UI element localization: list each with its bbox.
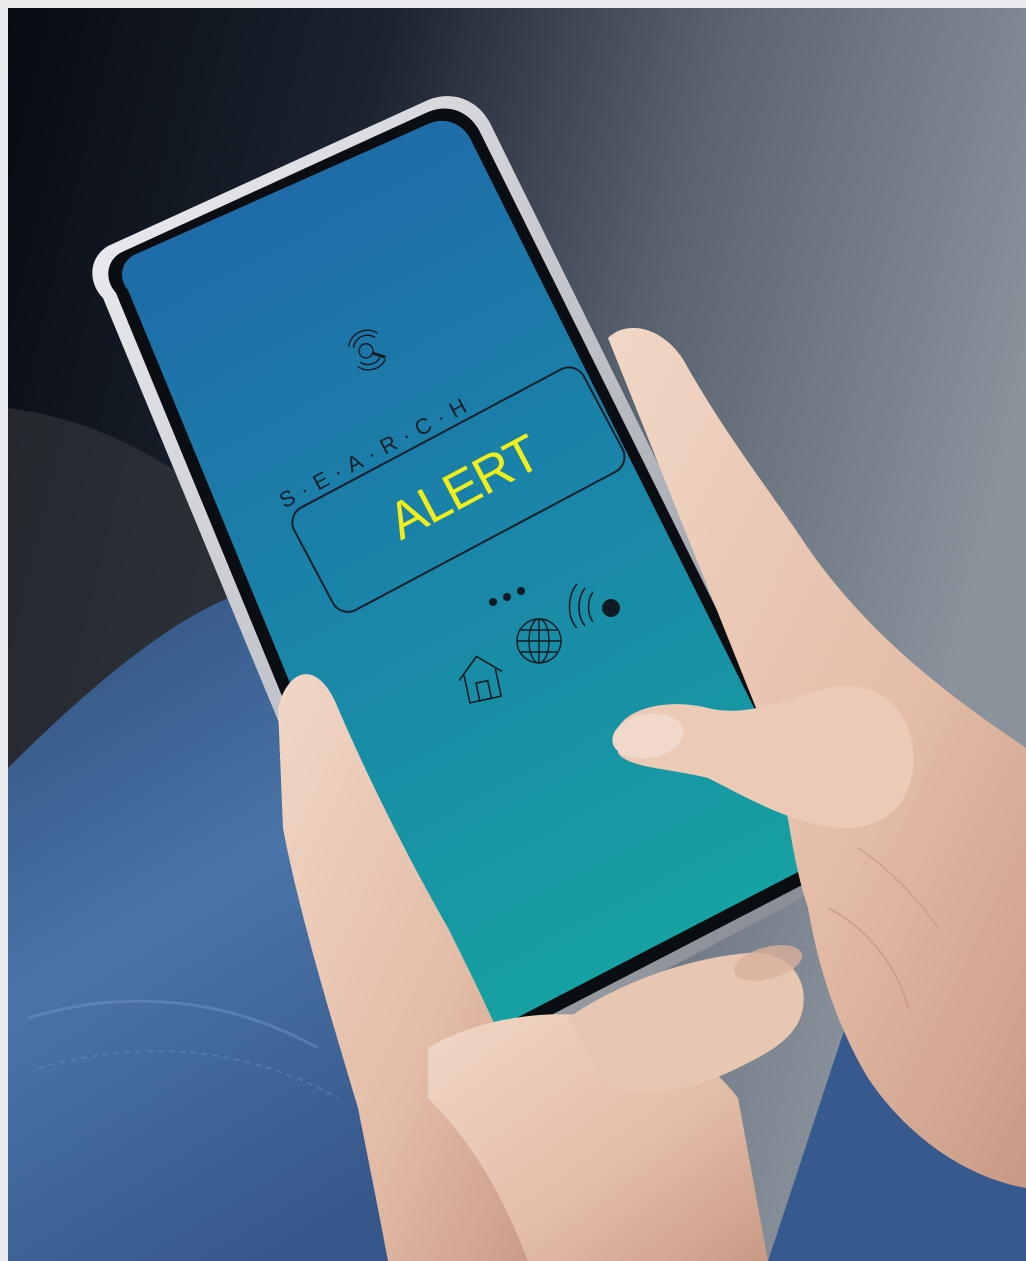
search-radar-icon[interactable] — [340, 325, 400, 375]
home-icon[interactable] — [455, 650, 507, 706]
more-dots-icon[interactable] — [485, 580, 545, 610]
signal-icon[interactable] — [567, 580, 627, 628]
phone-screen: S·E·A·R·C·H ALERT — [275, 245, 632, 704]
globe-icon[interactable] — [513, 615, 565, 667]
